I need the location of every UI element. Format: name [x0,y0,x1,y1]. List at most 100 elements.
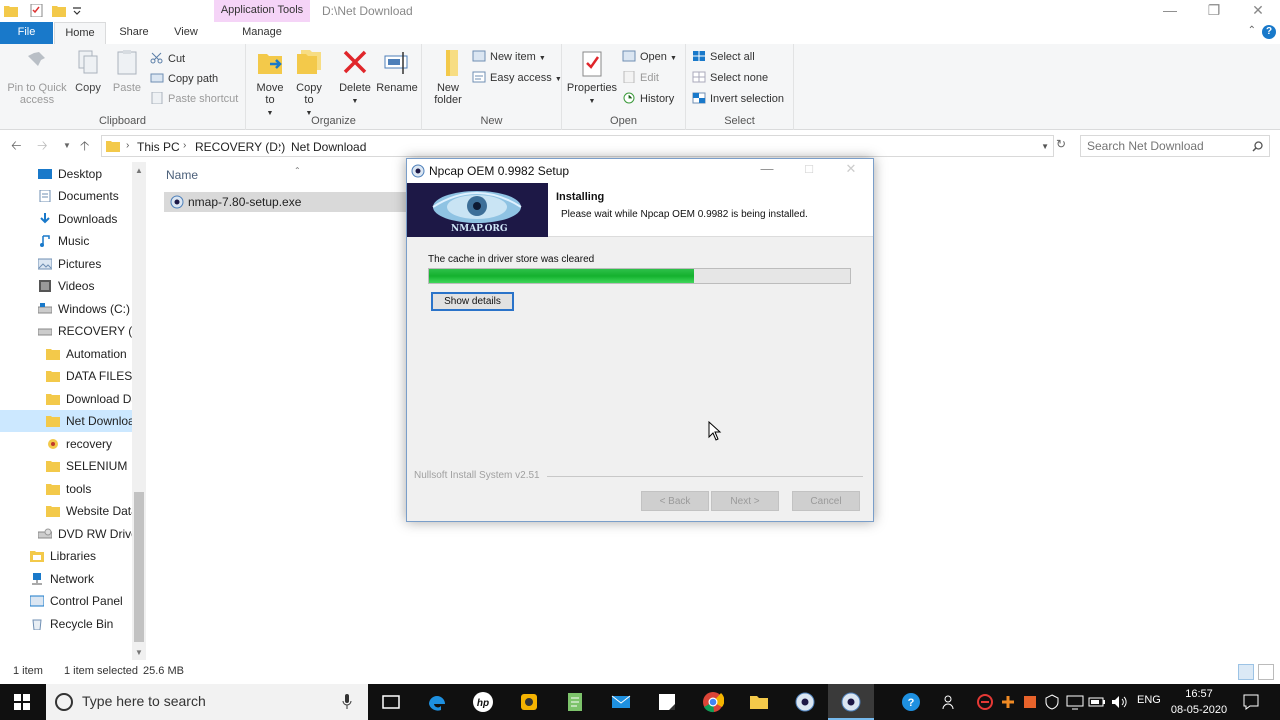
help-icon[interactable]: ? [1262,25,1276,39]
nav-item-windows-c[interactable]: Windows (C:) [0,298,145,320]
large-icons-view-icon[interactable] [1258,664,1274,680]
easy-access-button[interactable]: Easy access ▼ [472,69,562,87]
nav-item-website-data[interactable]: Website Data [0,500,145,522]
start-button[interactable] [0,684,46,720]
nav-item-tools[interactable]: tools [0,478,145,500]
nav-item-pictures[interactable]: Pictures [0,253,145,275]
nav-item-recovery[interactable]: recovery [0,433,145,455]
taskbar-app-npcap-setup[interactable] [828,684,874,720]
new-folder-icon[interactable] [52,4,66,17]
tab-file[interactable]: File [0,22,53,44]
back-button[interactable]: < Back [641,491,709,511]
search-icon[interactable] [1252,141,1263,152]
tray-app-red-icon[interactable] [977,694,993,710]
nav-scrollbar[interactable]: ▲ ▼ [132,162,146,660]
open-button[interactable]: Open ▼ [622,48,677,66]
nav-item-network[interactable]: Network [0,568,145,590]
paste-button[interactable]: Paste [110,48,144,94]
copy-button[interactable]: Copy [72,48,104,94]
taskbar-app-explorer[interactable] [736,684,782,720]
delete-button[interactable]: Delete ▼ [338,48,372,108]
taskbar-app-edge[interactable] [414,684,460,720]
search-input[interactable] [1087,139,1247,153]
taskbar-app-chrome[interactable] [690,684,736,720]
forward-arrow-icon[interactable]: 🡢 [37,137,48,159]
battery-icon[interactable] [1088,694,1106,710]
taskbar-app-nmap[interactable] [782,684,828,720]
breadcrumb-recovery[interactable]: RECOVERY (D:) [195,140,285,154]
address-dropdown-icon[interactable]: ▼ [1041,142,1049,151]
next-button[interactable]: Next > [711,491,779,511]
nav-item-downloads[interactable]: Downloads [0,208,145,230]
nav-item-selenium[interactable]: SELENIUM [0,455,145,477]
dialog-close-button[interactable]: ✕ [831,161,871,177]
action-center-icon[interactable] [1242,693,1260,711]
taskbar-app-mail[interactable] [598,684,644,720]
tab-view[interactable]: View [164,22,208,44]
collapse-ribbon-icon[interactable]: ⌃ [1248,25,1256,36]
tray-app-office-icon[interactable] [1022,694,1038,710]
copy-path-button[interactable]: Copy path [150,70,218,88]
nav-item-music[interactable]: Music [0,230,145,252]
nav-item-control-panel[interactable]: Control Panel [0,590,145,612]
nav-item-automation[interactable]: Automation [0,343,145,365]
breadcrumb-net-download[interactable]: Net Download [291,140,366,154]
people-icon[interactable] [942,694,958,710]
details-view-icon[interactable] [1238,664,1254,680]
copy-to-button[interactable]: Copy to ▼ [292,48,326,120]
rename-button[interactable]: Rename [376,48,418,94]
nav-item-dvd-rw-drive[interactable]: DVD RW Drive [0,523,145,545]
volume-icon[interactable] [1110,694,1128,710]
file-row[interactable]: nmap-7.80-setup.exe [164,192,414,212]
new-item-button[interactable]: New item ▼ [472,48,546,66]
show-details-button[interactable]: Show details [431,292,514,311]
tab-home[interactable]: Home [54,22,106,44]
nav-item-download-da[interactable]: Download Da [0,388,145,410]
nav-item-libraries[interactable]: Libraries [0,545,145,567]
address-bar[interactable]: › This PC › RECOVERY (D:) › Net Download… [101,135,1054,157]
recent-locations-icon[interactable]: ▼ [63,141,71,150]
minimize-button[interactable]: — [1148,0,1192,22]
help-tray-icon[interactable]: ? [900,692,922,712]
invert-selection-button[interactable]: Invert selection [692,90,784,108]
move-to-button[interactable]: Move to ▼ [254,48,286,120]
customize-toolbar-icon[interactable] [70,4,84,17]
scroll-up-icon[interactable]: ▲ [132,164,146,178]
paste-shortcut-button[interactable]: Paste shortcut [150,90,238,108]
cancel-button[interactable]: Cancel [792,491,860,511]
taskbar-app-notepad[interactable] [552,684,598,720]
tray-app-orange-icon[interactable] [1000,694,1016,710]
pin-quick-access-button[interactable]: Pin to Quick access [4,48,70,106]
refresh-icon[interactable]: ↻ [1056,137,1066,151]
microphone-icon[interactable] [342,694,352,709]
breadcrumb-this-pc[interactable]: This PC [137,140,180,154]
dialog-minimize-button[interactable]: — [747,161,787,176]
properties-icon[interactable] [30,4,44,17]
edit-button[interactable]: Edit [622,69,659,87]
column-header-name[interactable]: Name ⌃ [166,166,301,182]
back-arrow-icon[interactable]: 🡠 [11,137,22,159]
taskbar-search-box[interactable]: Type here to search [46,684,368,720]
nav-item-videos[interactable]: Videos [0,275,145,297]
task-view-button[interactable] [368,684,414,720]
tab-share[interactable]: Share [112,22,156,44]
new-folder-button[interactable]: New folder [430,48,466,106]
search-box[interactable] [1080,135,1270,157]
up-arrow-icon[interactable]: 🡡 [80,137,89,159]
nav-item-desktop[interactable]: Desktop [0,163,145,185]
properties-button[interactable]: Properties ▼ [566,48,618,108]
tray-app-shield-icon[interactable] [1044,694,1060,710]
select-all-button[interactable]: Select all [692,48,755,66]
nav-item-documents[interactable]: Documents [0,185,145,207]
nav-item-net-download[interactable]: Net Downloa [0,410,145,432]
taskbar-app-sticky[interactable] [644,684,690,720]
language-indicator[interactable]: ENG [1137,694,1161,706]
taskbar-app-lens[interactable] [506,684,552,720]
taskbar-clock[interactable]: 16:57 08-05-2020 [1168,686,1230,718]
history-button[interactable]: History [622,90,674,108]
scroll-thumb[interactable] [134,492,144,642]
close-button[interactable]: ✕ [1236,0,1280,22]
nav-item-recycle-bin[interactable]: Recycle Bin [0,613,145,635]
cut-button[interactable]: Cut [150,50,185,68]
nav-item-recovery-d[interactable]: RECOVERY (D:) [0,320,145,342]
